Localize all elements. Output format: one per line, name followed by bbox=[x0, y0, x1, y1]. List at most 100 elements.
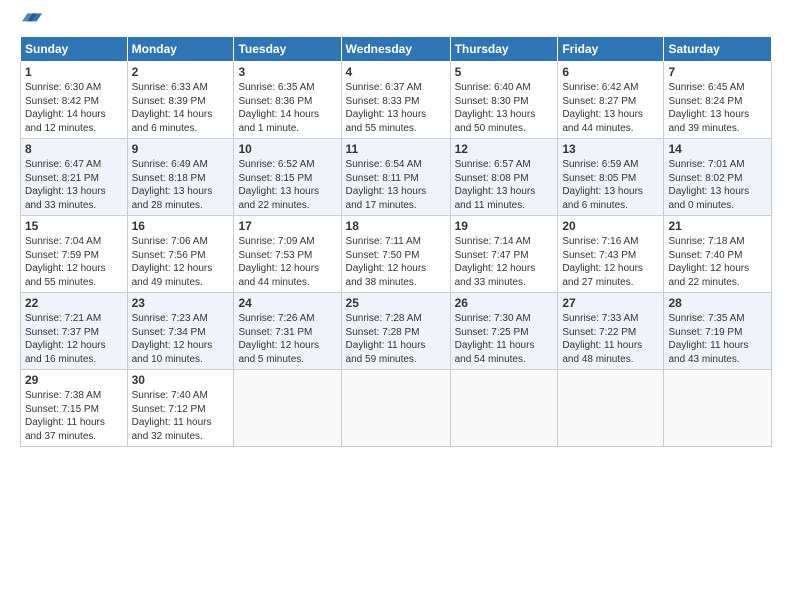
day-info-line: and 33 minutes. bbox=[25, 200, 96, 211]
day-info-line: Sunrise: 7:23 AM bbox=[132, 313, 208, 324]
day-info-line: and 10 minutes. bbox=[132, 354, 203, 365]
day-info-line: Sunrise: 6:40 AM bbox=[455, 82, 531, 93]
day-number: 18 bbox=[346, 219, 446, 233]
header bbox=[20, 16, 772, 26]
calendar-week-row: 22Sunrise: 7:21 AMSunset: 7:37 PMDayligh… bbox=[21, 293, 772, 370]
calendar-cell: 28 Sunrise: 7:35 AM Sunset: 7:19 PM Dayligh… bbox=[664, 293, 772, 370]
day-number: 30 bbox=[132, 373, 230, 387]
day-info: Sunrise: 7:06 AMSunset: 7:56 PMDaylight:… bbox=[132, 235, 230, 289]
day-info-line: Sunset: 8:05 PM bbox=[562, 173, 636, 184]
calendar-cell: 24Sunrise: 7:26 AMSunset: 7:31 PMDayligh… bbox=[234, 293, 341, 370]
day-info-line: Sunset: 7:19 PM bbox=[668, 327, 742, 338]
calendar-header-row: SundayMondayTuesdayWednesdayThursdayFrid… bbox=[21, 37, 772, 62]
day-info-line: Daylight: 13 hours bbox=[132, 186, 213, 197]
day-info-line: Sunset: 7:22 PM bbox=[562, 327, 636, 338]
day-info-line: Sunset: 7:50 PM bbox=[346, 250, 420, 261]
day-number: 10 bbox=[238, 142, 336, 156]
day-info-line: Sunset: 7:47 PM bbox=[455, 250, 529, 261]
day-info-line: Sunset: 7:43 PM bbox=[562, 250, 636, 261]
day-info-line: Sunset: 7:28 PM bbox=[346, 327, 420, 338]
day-info-line: and 27 minutes. bbox=[562, 277, 633, 288]
day-number: 14 bbox=[668, 142, 767, 156]
day-info-line: Sunset: 8:42 PM bbox=[25, 96, 99, 107]
day-info: Sunrise: 7:01 AMSunset: 8:02 PMDaylight:… bbox=[668, 158, 767, 212]
day-info-line: Daylight: 12 hours bbox=[346, 263, 427, 274]
day-info-line: Sunrise: 6:52 AM bbox=[238, 159, 314, 170]
day-info-line: Sunrise: 7:35 AM bbox=[668, 313, 744, 324]
day-info-line: Sunset: 8:24 PM bbox=[668, 96, 742, 107]
day-info-line: Sunset: 8:39 PM bbox=[132, 96, 206, 107]
day-number: 8 bbox=[25, 142, 123, 156]
day-number: 15 bbox=[25, 219, 123, 233]
day-info-line: Sunrise: 7:40 AM bbox=[132, 390, 208, 401]
day-info-line: Sunrise: 6:45 AM bbox=[668, 82, 744, 93]
day-number: 4 bbox=[346, 65, 446, 79]
day-number: 1 bbox=[25, 65, 123, 79]
calendar-cell: 6 Sunrise: 6:42 AMSunset: 8:27 PMDaylight… bbox=[558, 62, 664, 139]
day-info-line: Sunset: 8:27 PM bbox=[562, 96, 636, 107]
day-info-line: and 59 minutes. bbox=[346, 354, 417, 365]
day-number: 19 bbox=[455, 219, 554, 233]
calendar-cell bbox=[234, 370, 341, 447]
day-number: 28 bbox=[668, 296, 767, 310]
day-info: Sunrise: 7:28 AMSunset: 7:28 PMDaylight:… bbox=[346, 312, 446, 366]
day-info-line: Sunset: 7:25 PM bbox=[455, 327, 529, 338]
day-number: 29 bbox=[25, 373, 123, 387]
day-info-line: Sunrise: 7:30 AM bbox=[455, 313, 531, 324]
day-info-line: and 12 minutes. bbox=[25, 123, 96, 134]
day-info-line: Sunrise: 6:37 AM bbox=[346, 82, 422, 93]
day-info-line: Sunrise: 7:14 AM bbox=[455, 236, 531, 247]
day-info: Sunrise: 7:33 AMSunset: 7:22 PMDaylight:… bbox=[562, 312, 659, 366]
day-info-line: Sunset: 7:40 PM bbox=[668, 250, 742, 261]
day-info-line: Sunset: 7:59 PM bbox=[25, 250, 99, 261]
day-info-line: Daylight: 13 hours bbox=[25, 186, 106, 197]
day-info-line: Sunrise: 7:26 AM bbox=[238, 313, 314, 324]
day-number: 21 bbox=[668, 219, 767, 233]
day-info: Sunrise: 6:42 AMSunset: 8:27 PMDaylight:… bbox=[562, 81, 659, 135]
day-info-line: Sunrise: 7:18 AM bbox=[668, 236, 744, 247]
day-info-line: Sunrise: 7:09 AM bbox=[238, 236, 314, 247]
day-info-line: Sunrise: 7:01 AM bbox=[668, 159, 744, 170]
day-info-line: Daylight: 13 hours bbox=[668, 109, 749, 120]
calendar-week-row: 29Sunrise: 7:38 AMSunset: 7:15 PMDayligh… bbox=[21, 370, 772, 447]
day-info-line: and 17 minutes. bbox=[346, 200, 417, 211]
day-info-line: and 1 minute. bbox=[238, 123, 299, 134]
day-number: 20 bbox=[562, 219, 659, 233]
day-info-line: Sunset: 7:15 PM bbox=[25, 404, 99, 415]
calendar-cell: 12 Sunrise: 6:57 AMSunset: 8:08 PMDayligh… bbox=[450, 139, 558, 216]
day-info-line: and 49 minutes. bbox=[132, 277, 203, 288]
calendar-cell: 27 Sunrise: 7:33 AMSunset: 7:22 PMDayligh… bbox=[558, 293, 664, 370]
day-number: 25 bbox=[346, 296, 446, 310]
day-info: Sunrise: 6:33 AMSunset: 8:39 PMDaylight:… bbox=[132, 81, 230, 135]
day-info-line: Sunset: 8:36 PM bbox=[238, 96, 312, 107]
day-info-line: Daylight: 11 hours bbox=[346, 340, 426, 351]
day-info-line: Sunset: 8:15 PM bbox=[238, 173, 312, 184]
day-info-line: and 28 minutes. bbox=[132, 200, 203, 211]
day-info-line: Daylight: 11 hours bbox=[25, 417, 105, 428]
calendar-cell: 13Sunrise: 6:59 AMSunset: 8:05 PMDayligh… bbox=[558, 139, 664, 216]
day-info-line: Daylight: 14 hours bbox=[238, 109, 319, 120]
day-info-line: Sunset: 7:31 PM bbox=[238, 327, 312, 338]
day-number: 27 bbox=[562, 296, 659, 310]
calendar-day-header: Wednesday bbox=[341, 37, 450, 62]
day-info-line: Daylight: 11 hours bbox=[668, 340, 748, 351]
day-info-line: Daylight: 12 hours bbox=[238, 340, 319, 351]
day-info: Sunrise: 7:35 AM Sunset: 7:19 PM Daylight:… bbox=[668, 312, 767, 366]
day-info-line: Sunrise: 7:04 AM bbox=[25, 236, 101, 247]
day-info: Sunrise: 7:09 AMSunset: 7:53 PMDaylight:… bbox=[238, 235, 336, 289]
day-number: 12 bbox=[455, 142, 554, 156]
day-info-line: Daylight: 12 hours bbox=[668, 263, 749, 274]
day-number: 22 bbox=[25, 296, 123, 310]
day-info-line: and 54 minutes. bbox=[455, 354, 526, 365]
calendar-cell: 3Sunrise: 6:35 AMSunset: 8:36 PMDaylight… bbox=[234, 62, 341, 139]
day-number: 6 bbox=[562, 65, 659, 79]
day-info-line: and 0 minutes. bbox=[668, 200, 734, 211]
day-info-line: and 16 minutes. bbox=[25, 354, 96, 365]
day-info: Sunrise: 6:57 AMSunset: 8:08 PMDaylight:… bbox=[455, 158, 554, 212]
day-info-line: Sunset: 8:30 PM bbox=[455, 96, 529, 107]
calendar-day-header: Tuesday bbox=[234, 37, 341, 62]
day-info: Sunrise: 7:11 AMSunset: 7:50 PMDaylight:… bbox=[346, 235, 446, 289]
day-info-line: Daylight: 11 hours bbox=[562, 340, 642, 351]
day-info-line: Sunset: 7:37 PM bbox=[25, 327, 99, 338]
day-info-line: and 37 minutes. bbox=[25, 431, 96, 442]
